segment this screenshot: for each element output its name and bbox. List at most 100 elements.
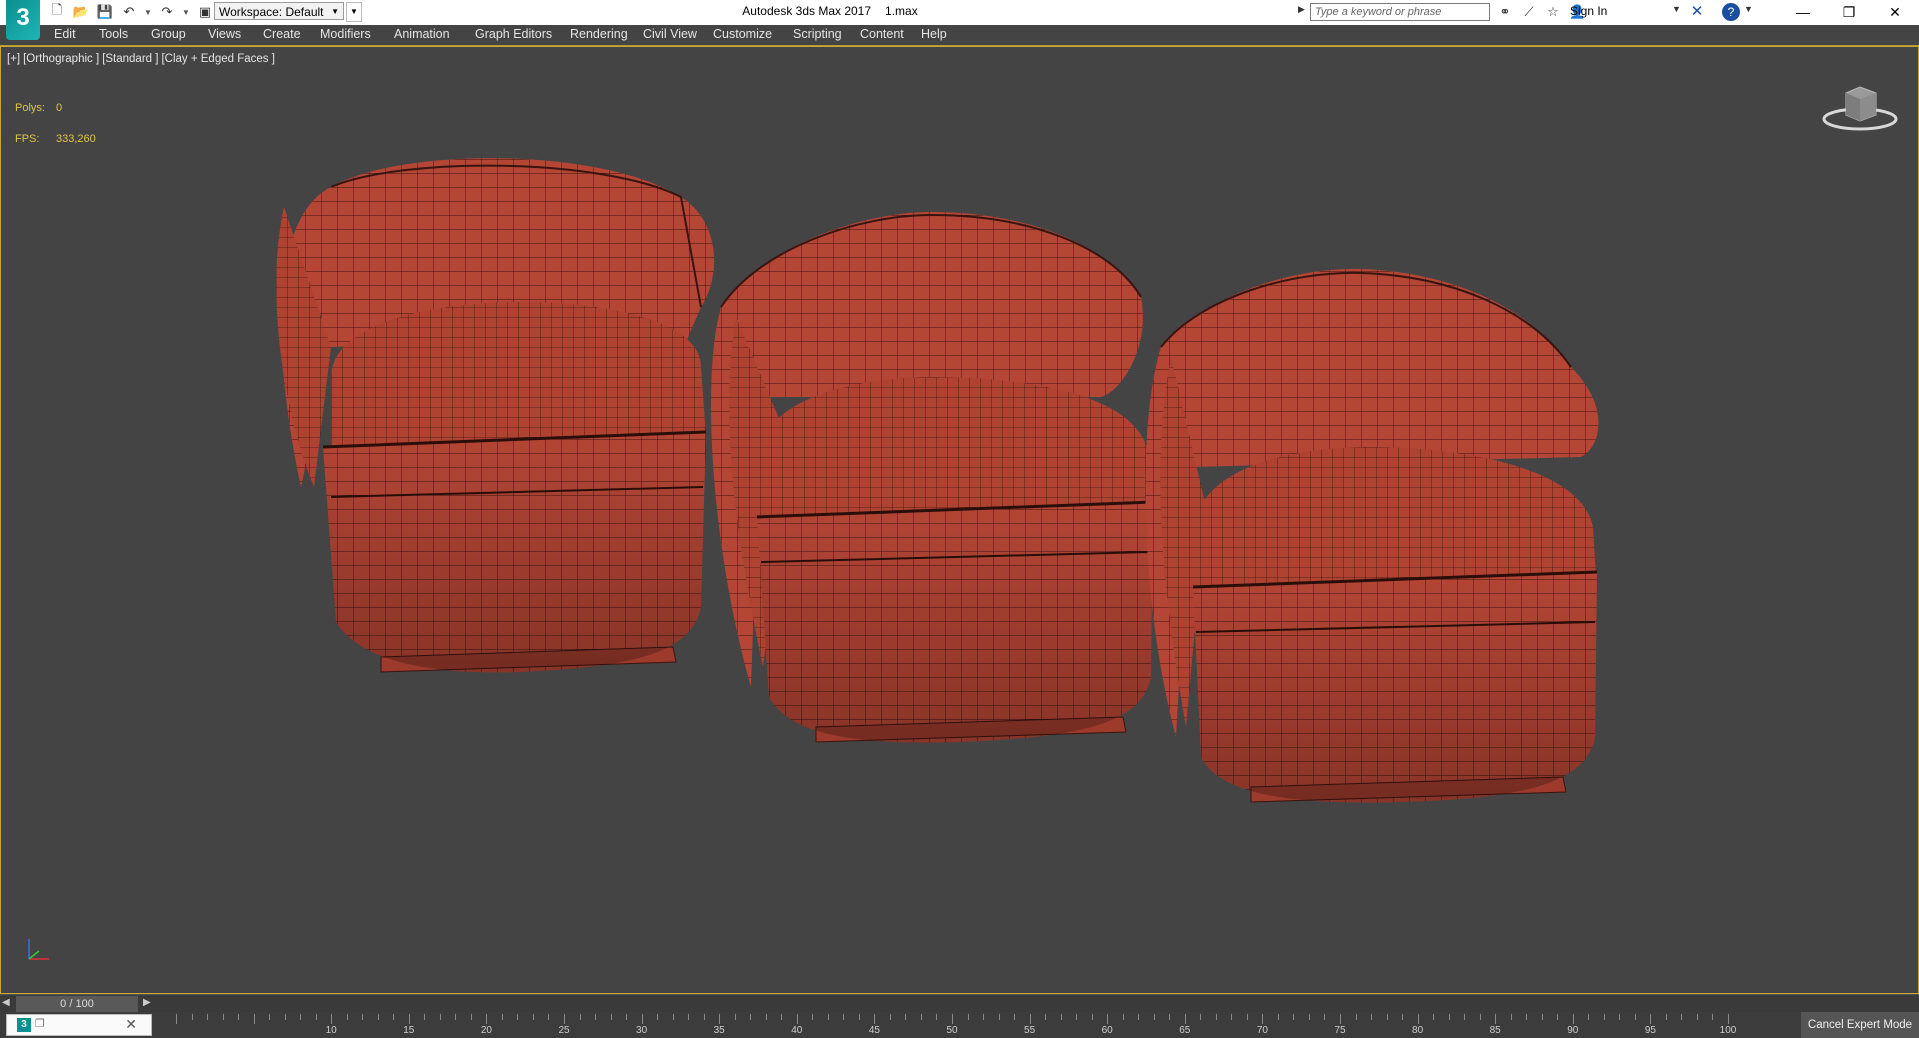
menu-group[interactable]: Group bbox=[151, 27, 186, 41]
ruler-tick bbox=[1526, 1014, 1528, 1020]
ruler-tick bbox=[1200, 1014, 1202, 1020]
cancel-expert-mode-button[interactable]: Cancel Expert Mode bbox=[1801, 1012, 1919, 1038]
ruler-tick bbox=[1541, 1014, 1543, 1020]
ruler-label: 15 bbox=[403, 1025, 415, 1036]
ruler-tick bbox=[936, 1014, 938, 1020]
next-frame-icon[interactable]: ▶ bbox=[143, 997, 155, 1011]
menu-edit[interactable]: Edit bbox=[54, 27, 76, 41]
ruler-label: 30 bbox=[636, 1025, 648, 1036]
ruler-tick bbox=[905, 1014, 907, 1020]
ruler-tick bbox=[1650, 1014, 1652, 1024]
menu-tools[interactable]: Tools bbox=[99, 27, 128, 41]
ruler-label: 100 bbox=[1719, 1025, 1737, 1036]
menu-rendering[interactable]: Rendering bbox=[570, 27, 628, 41]
ruler-tick bbox=[1060, 1014, 1062, 1020]
scene-3d-chairs[interactable] bbox=[1, 47, 1919, 994]
search-input[interactable]: Type a keyword or phrase bbox=[1310, 3, 1490, 21]
ruler-tick bbox=[1371, 1014, 1373, 1020]
restore-button[interactable]: ❐ bbox=[1826, 0, 1872, 24]
ruler-tick bbox=[176, 1014, 177, 1024]
ruler-tick bbox=[564, 1014, 565, 1024]
menu-animation[interactable]: Animation bbox=[394, 27, 450, 41]
ruler-tick bbox=[920, 1014, 922, 1020]
ruler-tick bbox=[269, 1014, 271, 1020]
ruler-tick bbox=[346, 1014, 348, 1020]
menu-create[interactable]: Create bbox=[263, 27, 301, 41]
ruler-tick bbox=[1588, 1014, 1590, 1020]
ruler-tick bbox=[858, 1014, 860, 1020]
ruler-tick bbox=[626, 1014, 628, 1020]
close-icon[interactable]: ✕ bbox=[125, 1016, 137, 1033]
sign-in-button[interactable]: Sign In bbox=[1570, 4, 1607, 18]
menu-views[interactable]: Views bbox=[208, 27, 241, 41]
close-button[interactable]: ✕ bbox=[1872, 0, 1918, 24]
ruler-tick bbox=[827, 1014, 829, 1020]
search-expand-icon[interactable]: ▶ bbox=[1298, 4, 1308, 20]
menu-scripting[interactable]: Scripting bbox=[793, 27, 842, 41]
ruler-tick bbox=[1246, 1014, 1248, 1020]
track-bar: 3 ❐ ✕ 10 15 20 25 30 35 40 45 50 55 60 65 70 75 80 85 90… bbox=[0, 1012, 1919, 1038]
ruler-tick bbox=[1014, 1014, 1016, 1020]
sign-in-dropdown-icon[interactable]: ▼ bbox=[1672, 4, 1681, 14]
ruler-tick bbox=[362, 1014, 364, 1020]
ruler-tick bbox=[719, 1014, 721, 1024]
ruler-label: 80 bbox=[1412, 1025, 1424, 1036]
help-icon[interactable]: ? bbox=[1722, 3, 1740, 21]
ruler-label: 60 bbox=[1101, 1025, 1113, 1036]
title-bar: 3 🗋 📂 💾 ↶ ▼ ↷ ▼ ▣ Workspace: Default ▼ ▼… bbox=[0, 0, 1919, 40]
ruler-tick bbox=[455, 1014, 457, 1020]
ruler-label: 10 bbox=[325, 1025, 337, 1036]
menu-modifiers[interactable]: Modifiers bbox=[320, 27, 371, 41]
ruler-tick bbox=[1417, 1014, 1419, 1024]
ruler-tick bbox=[1153, 1014, 1155, 1020]
ruler-tick bbox=[1619, 1014, 1621, 1020]
ruler-tick bbox=[1728, 1014, 1729, 1024]
menu-graph-editors[interactable]: Graph Editors bbox=[475, 27, 552, 41]
ruler-tick bbox=[1324, 1014, 1326, 1020]
ruler-tick bbox=[1557, 1014, 1559, 1020]
file-name: 1.max bbox=[885, 4, 918, 18]
ruler-label: 45 bbox=[868, 1025, 880, 1036]
binoculars-icon[interactable]: ⚭ bbox=[1497, 4, 1513, 20]
ruler-label: 25 bbox=[558, 1025, 570, 1036]
app-title: Autodesk 3ds Max 2017 bbox=[742, 4, 872, 18]
ruler-tick bbox=[672, 1014, 674, 1020]
minimized-window-thumbnail[interactable]: 3 ❐ ✕ bbox=[6, 1014, 152, 1036]
menu-content[interactable]: Content bbox=[860, 27, 904, 41]
ruler-tick bbox=[1479, 1014, 1481, 1020]
ruler-tick bbox=[1138, 1014, 1140, 1020]
ruler-tick bbox=[1448, 1014, 1450, 1020]
ruler-tick bbox=[1665, 1014, 1667, 1020]
ruler-tick bbox=[657, 1014, 659, 1020]
ruler-tick bbox=[1076, 1014, 1078, 1020]
ruler-label: 95 bbox=[1644, 1025, 1656, 1036]
communication-center-icon[interactable]: ⟋ bbox=[1521, 4, 1537, 20]
ruler-tick bbox=[765, 1014, 767, 1020]
menu-civil-view[interactable]: Civil View bbox=[643, 27, 697, 41]
frame-ruler[interactable]: 10 15 20 25 30 35 40 45 50 55 60 65 70 75 80 85 90 95 100 bbox=[156, 1012, 1748, 1038]
previous-frame-icon[interactable]: ◀ bbox=[2, 997, 14, 1011]
time-slider[interactable]: ◀ 0 / 100 ▶ bbox=[0, 994, 1919, 1013]
menu-help[interactable]: Help bbox=[921, 27, 947, 41]
ruler-tick bbox=[331, 1014, 333, 1024]
ruler-tick bbox=[1681, 1014, 1683, 1020]
menu-customize[interactable]: Customize bbox=[713, 27, 772, 41]
ruler-tick bbox=[408, 1014, 410, 1024]
restore-icon[interactable]: ❐ bbox=[35, 1017, 45, 1030]
ruler-label: 65 bbox=[1179, 1025, 1191, 1036]
minimize-button[interactable]: — bbox=[1780, 0, 1826, 24]
time-slider-thumb[interactable]: 0 / 100 bbox=[16, 996, 138, 1012]
ruler-tick bbox=[998, 1014, 1000, 1020]
ruler-tick bbox=[1231, 1014, 1233, 1020]
help-dropdown-icon[interactable]: ▼ bbox=[1744, 4, 1753, 14]
ruler-tick bbox=[1495, 1014, 1497, 1024]
star-icon[interactable]: ☆ bbox=[1545, 4, 1561, 20]
ruler-tick bbox=[517, 1014, 519, 1020]
ruler-tick bbox=[315, 1014, 317, 1020]
perspective-viewport[interactable]: [+] [Orthographic ] [Standard ] [Clay + Edg… bbox=[0, 46, 1919, 994]
ruler-tick bbox=[889, 1014, 891, 1020]
exchange-apps-icon[interactable]: ✕ bbox=[1688, 3, 1706, 21]
app-logo-button[interactable]: 3 bbox=[6, 0, 40, 40]
ruler-tick bbox=[1433, 1014, 1435, 1020]
ruler-label: 55 bbox=[1024, 1025, 1036, 1036]
